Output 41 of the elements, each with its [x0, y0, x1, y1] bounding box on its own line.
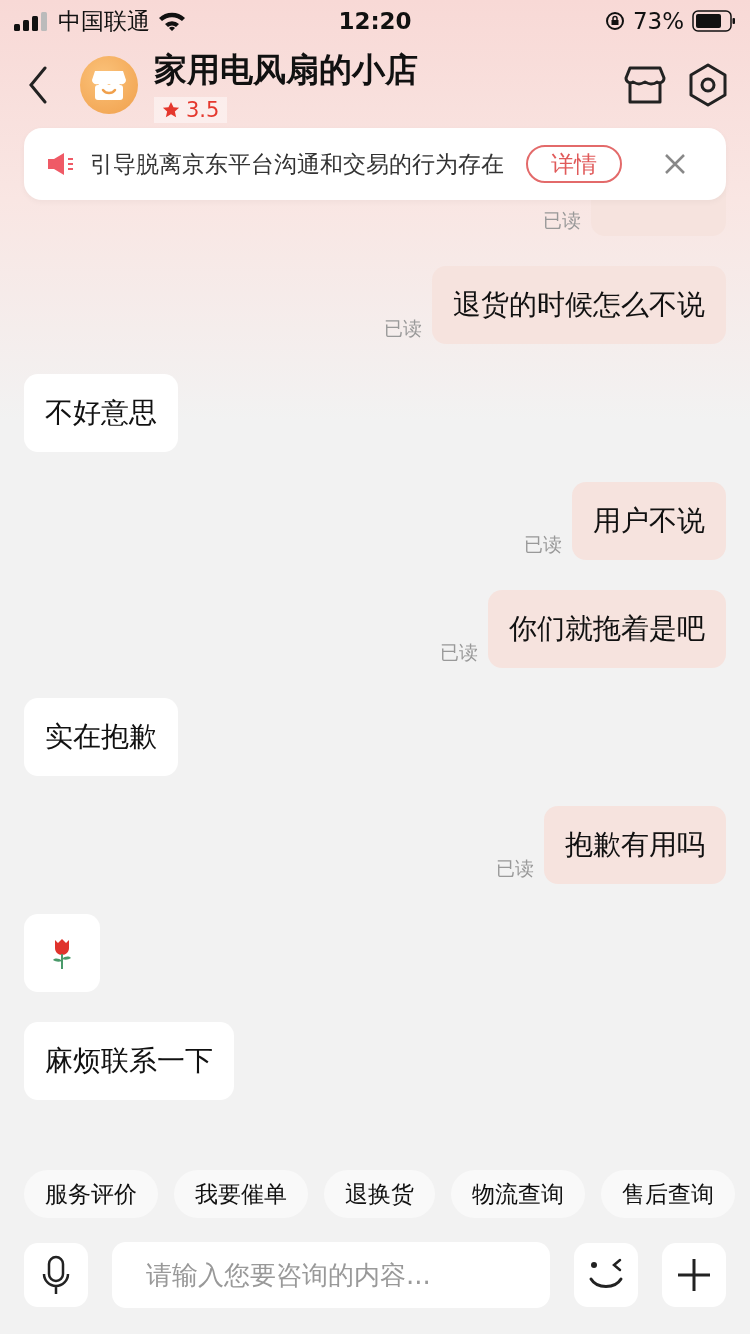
read-receipt: 已读 [384, 316, 422, 341]
back-icon[interactable] [28, 66, 48, 104]
message-bubble: 麻烦联系一下 [24, 1022, 234, 1100]
emoji-button[interactable] [574, 1243, 638, 1307]
read-receipt: 已读 [440, 640, 478, 665]
message-bubble: 实在抱歉 [24, 698, 178, 776]
notice-text: 引导脱离京东平台沟通和交易的行为存在 [90, 149, 504, 179]
rating-tag: 3.5 [154, 96, 228, 123]
battery-icon [692, 10, 736, 32]
microphone-icon [41, 1255, 71, 1295]
message-bubble: 用户不说 [572, 482, 726, 560]
rotation-lock-icon [604, 11, 625, 31]
shop-name: 家用电风扇的小店 [154, 48, 419, 91]
message-input[interactable]: 请输入您要咨询的内容... [112, 1242, 550, 1308]
battery-percent: 73% [632, 8, 684, 34]
quick-reply-chip[interactable]: 退换货 [324, 1170, 435, 1218]
quick-reply-chip[interactable]: 售后查询 [601, 1170, 735, 1218]
shop-avatar [80, 56, 138, 114]
star-icon [162, 100, 180, 119]
read-receipt: 已读 [524, 532, 562, 557]
add-button[interactable] [662, 1243, 726, 1307]
plus-icon [677, 1258, 711, 1292]
wifi-icon [158, 11, 186, 31]
message-bubble: 不好意思 [24, 374, 178, 452]
carrier: 中国联通 [58, 6, 150, 36]
read-receipt: 已读 [496, 856, 534, 881]
clock: 12:20 [338, 8, 412, 34]
store-icon[interactable] [624, 65, 666, 105]
details-button[interactable]: 详情 [526, 145, 622, 183]
signal-icon [14, 11, 50, 31]
message-bubble: 抱歉有用吗 [544, 806, 726, 884]
quick-reply-chip[interactable]: 我要催单 [174, 1170, 308, 1218]
settings-icon[interactable] [688, 63, 728, 107]
close-icon[interactable] [664, 153, 686, 175]
voice-button[interactable] [24, 1243, 88, 1307]
quick-reply-chip[interactable]: 物流查询 [451, 1170, 585, 1218]
message-bubble: 退货的时候怎么不说 [432, 266, 726, 344]
quick-reply-chip[interactable]: 服务评价 [24, 1170, 158, 1218]
speaker-icon [46, 151, 76, 177]
message-bubble: 你们就拖着是吧 [488, 590, 726, 668]
read-receipt: 已读 [543, 208, 581, 233]
